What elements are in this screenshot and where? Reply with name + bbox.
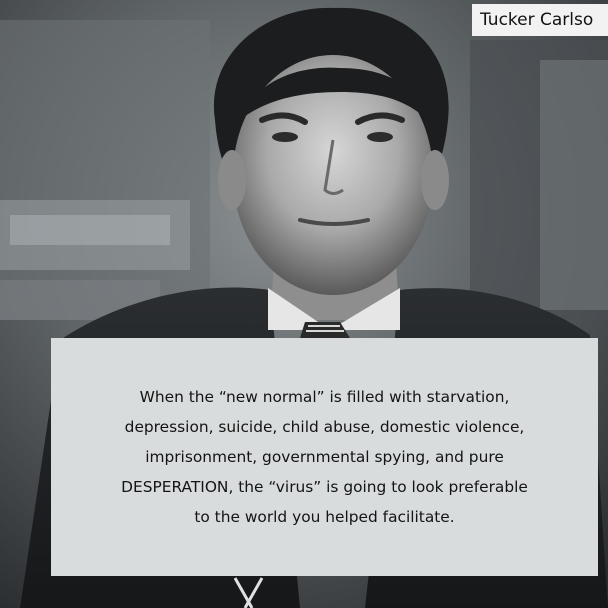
quote-line: DESPERATION, the “virus” is going to loo… <box>121 478 528 496</box>
quote-line: imprisonment, governmental spying, and p… <box>145 448 504 466</box>
name-badge: Tucker Carlso <box>472 4 608 36</box>
quote-line: depression, suicide, child abuse, domest… <box>124 418 525 436</box>
quote-box: When the “new normal” is filled with sta… <box>51 338 598 576</box>
quote-line: When the “new normal” is filled with sta… <box>139 388 510 406</box>
meme-image: Tucker Carlso When the “new normal” is f… <box>0 0 608 608</box>
quote-line: to the world you helped facilitate. <box>194 508 455 526</box>
quote-text: When the “new normal” is filled with sta… <box>121 382 528 532</box>
